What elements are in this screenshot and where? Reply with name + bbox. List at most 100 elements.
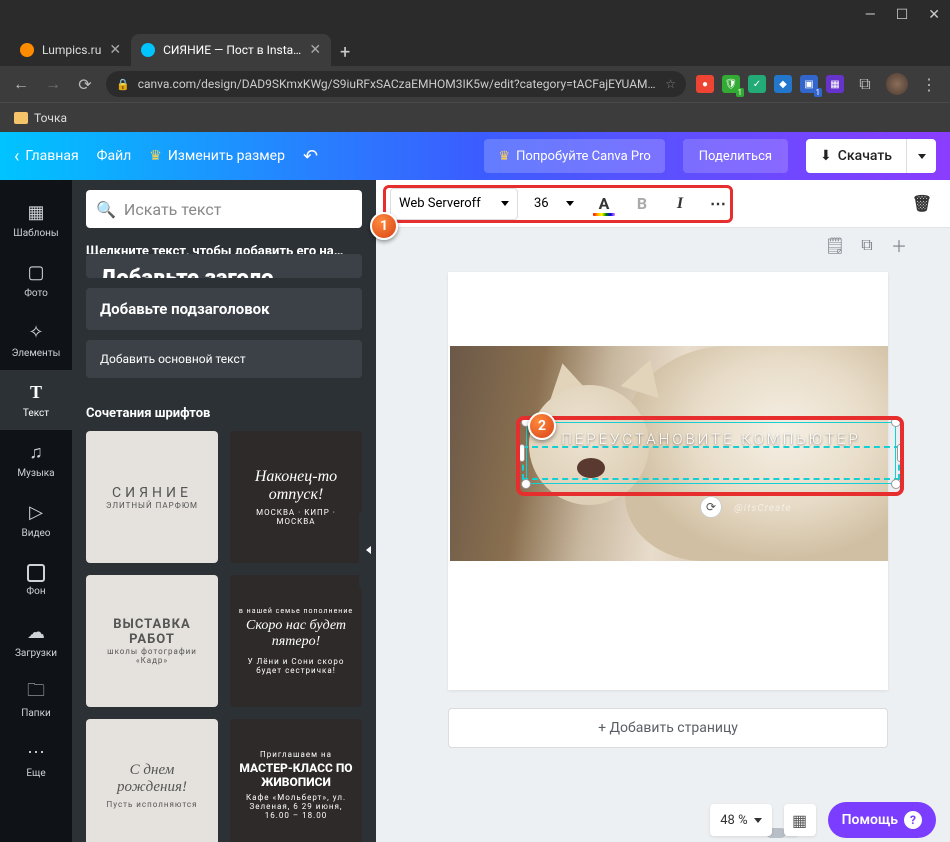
extension-icon[interactable]: ▦ <box>826 75 844 93</box>
zoom-control[interactable]: 48 % <box>710 804 771 836</box>
page-canvas[interactable]: @itsCreate 2 ПЕРЕУСТАНОВИТЕ КОМПЬЮТЕР <box>448 272 888 690</box>
address-bar[interactable]: 🔒 canva.com/design/DAD9SKmxKWg/S9iuRFxSA… <box>106 71 686 97</box>
add-page-button[interactable]: + Добавить страницу <box>448 708 888 748</box>
tile-pre: Приглашаем на <box>260 750 332 759</box>
canvas-viewport[interactable]: 🗒 ⧉ ＋ @itsCreate 2 <box>376 228 950 842</box>
help-button[interactable]: Помощь ? <box>828 802 936 838</box>
tile-pre: в нашей семье пополнение <box>239 607 353 615</box>
font-combo-tile[interactable]: С днем рождения! Пусть исполняются <box>86 719 218 842</box>
resize-handle-side[interactable] <box>897 444 903 462</box>
font-combo-tile[interactable]: Наконец-то отпуск! МОСКВА · КИПР · МОСКВ… <box>230 431 362 563</box>
forward-button[interactable]: → <box>42 73 64 95</box>
undo-button[interactable]: ↶ <box>303 146 318 167</box>
rail-folders[interactable]: 🗀 Папки <box>0 670 72 730</box>
window-maximize-button[interactable]: ☐ <box>896 7 909 23</box>
callout-badge-1: 1 <box>370 212 398 240</box>
help-label: Помощь <box>842 812 898 828</box>
font-combo-tile[interactable]: Приглашаем на МАСТЕР-КЛАСС ПО ЖИВОПИСИ К… <box>230 719 362 842</box>
rotate-handle[interactable]: ⟳ <box>700 496 722 518</box>
resize-handle[interactable] <box>891 479 901 489</box>
font-combo-tile[interactable]: в нашей семье пополнение Скоро нас будет… <box>230 575 362 707</box>
video-icon: ▷ <box>25 502 47 524</box>
download-label: Скачать <box>838 148 892 164</box>
font-combo-tile[interactable]: СИЯНИЕ ЭЛИТНЫЙ ПАРФЮМ <box>86 431 218 563</box>
resize-handle[interactable] <box>891 417 901 427</box>
rail-label: Загрузки <box>15 648 57 659</box>
text-color-button[interactable]: A <box>590 190 618 218</box>
rail-label: Фото <box>24 288 48 299</box>
add-body-text-button[interactable]: Добавить основной текст <box>86 340 362 378</box>
download-options-button[interactable] <box>906 139 936 173</box>
delete-button[interactable]: 🗑 <box>908 190 936 218</box>
callout-badge-2: 2 <box>528 412 556 440</box>
rail-uploads[interactable]: ☁Загрузки <box>0 610 72 670</box>
italic-button[interactable]: I <box>666 190 694 218</box>
share-button[interactable]: Поделиться <box>683 139 788 173</box>
zoom-value: 48 % <box>720 813 747 828</box>
add-subheading-button[interactable]: Добавьте подзаголовок <box>86 288 362 330</box>
download-button[interactable]: ⬇ Скачать <box>806 139 906 173</box>
profile-avatar[interactable] <box>886 73 908 95</box>
rail-label: Фон <box>26 586 45 597</box>
font-size-select[interactable]: 36 <box>528 188 580 220</box>
reading-list-icon[interactable]: ⧉ <box>854 73 876 95</box>
extension-icons: ● 🛡1 ✓ ◆ ▣1 ▦ <box>696 75 844 93</box>
rail-text[interactable]: TТекст <box>0 370 72 430</box>
tab-close-icon[interactable]: ✕ <box>309 42 321 58</box>
search-placeholder: Искать текст <box>124 200 222 219</box>
window-minimize-button[interactable]: — <box>865 7 876 23</box>
browser-toolbar: ← → ⟳ 🔒 canva.com/design/DAD9SKmxKWg/S9i… <box>0 66 950 102</box>
more-options-button[interactable]: ⋯ <box>704 190 732 218</box>
resize-handle-side[interactable] <box>519 444 525 462</box>
rail-label: Папки <box>21 708 51 719</box>
extension-icon[interactable]: 🛡1 <box>722 75 740 93</box>
rail-music[interactable]: ♫Музыка <box>0 430 72 490</box>
tab-close-icon[interactable]: ✕ <box>109 42 121 58</box>
font-family-select[interactable]: Web Serveroff <box>390 188 518 220</box>
extension-icon[interactable]: ◆ <box>774 75 792 93</box>
rail-photo[interactable]: ▢Фото <box>0 250 72 310</box>
home-label: Главная <box>25 148 78 164</box>
panel-collapse-handle[interactable] <box>359 510 376 590</box>
rail-background[interactable]: Фон <box>0 550 72 610</box>
rail-elements[interactable]: ✧Элементы <box>0 310 72 370</box>
grid-view-button[interactable]: ▦ <box>784 804 816 836</box>
home-link[interactable]: ‹ Главная <box>14 146 79 167</box>
window-close-button[interactable]: ✕ <box>928 7 940 23</box>
text-side-panel: 🔍 Искать текст Щелкните текст, чтобы доб… <box>72 180 376 842</box>
folder-icon: 🗀 <box>25 682 47 704</box>
rail-video[interactable]: ▷Видео <box>0 490 72 550</box>
selected-text-element[interactable]: ПЕРЕУСТАНОВИТЕ КОМПЬЮТЕР ⟳ <box>532 428 890 478</box>
crown-icon: ♛ <box>498 149 510 164</box>
star-icon[interactable]: ☆ <box>665 77 676 91</box>
try-pro-button[interactable]: ♛ Попробуйте Canva Pro <box>484 139 664 173</box>
file-menu[interactable]: Файл <box>97 148 132 164</box>
bookmark-item[interactable]: Точка <box>34 111 67 125</box>
rail-templates[interactable]: ▦Шаблоны <box>0 190 72 250</box>
tile-sub: У Лёни и Сони скоро будет сестричка! <box>238 657 354 675</box>
notes-icon[interactable]: 🗒 <box>824 234 846 256</box>
chevron-left-icon <box>366 546 371 554</box>
search-input[interactable]: 🔍 Искать текст <box>86 190 362 228</box>
browser-tab-inactive[interactable]: Lumpics.ru ✕ <box>10 34 131 66</box>
text-content[interactable]: ПЕРЕУСТАНОВИТЕ КОМПЬЮТЕР <box>532 428 890 478</box>
resize-handle[interactable] <box>521 479 531 489</box>
rail-label: Еще <box>26 768 45 779</box>
font-combo-tile[interactable]: ВЫСТАВКА РАБОТ школы фотографии «Кадр» <box>86 575 218 707</box>
add-heading-button[interactable]: Добавьте заголо… <box>86 254 362 278</box>
extension-icon[interactable]: ● <box>696 75 714 93</box>
browser-tab-active[interactable]: СИЯНИЕ — Пост в Instagram ✕ <box>131 34 331 66</box>
browser-tab-strip: Lumpics.ru ✕ СИЯНИЕ — Пост в Instagram ✕… <box>0 30 950 66</box>
duplicate-page-icon[interactable]: ⧉ <box>856 234 878 256</box>
rail-more[interactable]: ⋯Еще <box>0 730 72 790</box>
new-tab-button[interactable]: + <box>331 38 359 66</box>
add-page-icon[interactable]: ＋ <box>888 234 910 256</box>
reload-button[interactable]: ⟳ <box>74 73 96 95</box>
back-button[interactable]: ← <box>10 73 32 95</box>
browser-menu-button[interactable]: ⋮ <box>918 73 940 95</box>
extension-icon[interactable]: ✓ <box>748 75 766 93</box>
panel-heading: Щелкните текст, чтобы добавить его на… <box>72 238 376 254</box>
resize-menu[interactable]: ♛ Изменить размер <box>149 148 285 164</box>
bold-button[interactable]: B <box>628 190 656 218</box>
extension-icon[interactable]: ▣1 <box>800 75 818 93</box>
